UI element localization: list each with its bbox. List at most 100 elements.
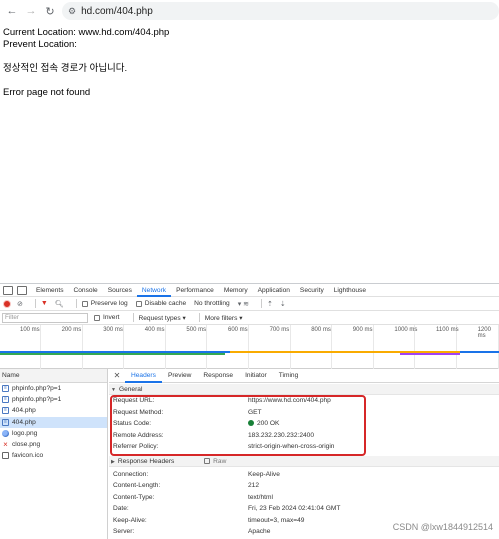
timeline-gridline	[331, 325, 333, 369]
request-row[interactable]: ≡ phpinfo.php?p=1	[0, 383, 107, 394]
filter-row: Filter Invert Request types ▾ More filte…	[0, 311, 499, 325]
throttling-select[interactable]: No throttling	[194, 300, 230, 307]
document-icon: ≡	[2, 396, 9, 404]
timeline-request-bar	[400, 353, 460, 355]
filter-funnel-icon[interactable]: ▼	[41, 300, 48, 307]
timeline-tick-label: 1200 ms	[477, 327, 491, 339]
request-name: favicon.ico	[12, 452, 44, 460]
timeline-gridline	[123, 325, 125, 369]
response-header-row: Date: Fri, 23 Feb 2024 02:41:04 GMT	[109, 503, 499, 515]
timeline-gridline	[206, 325, 208, 369]
request-row[interactable]: × close.png	[0, 439, 107, 450]
reload-icon[interactable]: ↻	[43, 4, 57, 18]
response-headers-section-header[interactable]: ▶ Response Headers Raw	[109, 455, 499, 467]
request-row[interactable]: ≡ 404.php	[0, 416, 107, 428]
header-key: Content-Type:	[113, 493, 155, 501]
request-row[interactable]: ≡ 404.php	[0, 405, 107, 416]
prevent-location-text: Prevent Location:	[3, 39, 77, 50]
disable-cache-checkbox[interactable]	[135, 300, 142, 307]
current-location-text: Current Location: www.hd.com/404.php	[3, 27, 170, 38]
request-types-dropdown[interactable]: Request types ▾	[139, 314, 186, 322]
filter-input[interactable]: Filter	[2, 312, 88, 323]
korean-message-text: 정상적인 접속 경로가 아닙니다.	[3, 63, 128, 74]
more-filters-dropdown[interactable]: More filters ▾	[205, 314, 243, 322]
document-icon: ≡	[2, 407, 9, 415]
forward-arrow-icon[interactable]: →	[24, 4, 38, 18]
network-conditions-icon[interactable]: ▾ ≋	[238, 300, 249, 308]
search-icon[interactable]: 🔍︎	[55, 300, 64, 308]
devtools-tab-memory[interactable]: Memory	[219, 284, 253, 297]
request-name: 404.php	[12, 418, 36, 426]
timeline-tick-label: 600 ms	[228, 327, 248, 333]
address-bar-url[interactable]: hd.com/404.php	[81, 6, 153, 17]
request-name: phpinfo.php?p=1	[12, 385, 62, 392]
devtools-tab-security[interactable]: Security	[295, 284, 329, 297]
invert-checkbox[interactable]	[94, 314, 100, 321]
preserve-log-label: Preserve log	[90, 300, 128, 307]
devtools-tab-performance[interactable]: Performance	[171, 284, 219, 297]
timeline-gridline	[40, 325, 41, 369]
devtools-tab-lighthouse[interactable]: Lighthouse	[329, 284, 371, 297]
timeline-tick-label: 1100 ms	[436, 327, 459, 333]
document-icon: ≡	[2, 418, 9, 426]
timeline-tick-label: 900 ms	[352, 327, 373, 333]
timeline-tick-label: 800 ms	[311, 327, 331, 333]
details-tab-initiator[interactable]: Initiator	[239, 369, 273, 383]
record-icon[interactable]	[3, 299, 11, 308]
name-column-header[interactable]: Name	[0, 369, 107, 383]
details-tab-preview[interactable]: Preview	[162, 369, 197, 383]
timeline-tick-label: 500 ms	[186, 327, 207, 333]
header-value: Fri, 23 Feb 2024 02:41:04 GMT	[248, 505, 341, 512]
response-header-row: Content-Length: 212	[109, 480, 499, 492]
site-settings-icon[interactable]: ⚙	[68, 6, 76, 17]
preserve-log-checkbox[interactable]	[81, 300, 88, 307]
network-timeline-overview[interactable]: 100 ms 200 ms 300 ms 400 ms 500 ms 600 ms 700 …	[0, 325, 499, 369]
timeline-request-bar	[460, 351, 499, 353]
request-name: phpinfo.php?p=1	[12, 396, 62, 404]
clear-icon[interactable]: ⊘	[17, 300, 23, 308]
inspect-element-icon[interactable]	[3, 285, 13, 295]
address-bar[interactable]: ⚙ hd.com/404.php	[62, 2, 499, 20]
header-value: timeout=3, max=49	[248, 516, 305, 524]
devtools-tab-sources[interactable]: Sources	[103, 284, 137, 297]
details-tab-timing[interactable]: Timing	[273, 369, 305, 383]
close-details-icon[interactable]: ✕	[109, 371, 125, 380]
devtools-tab-console[interactable]: Console	[69, 284, 103, 297]
header-value: Apache	[248, 528, 271, 535]
header-value: text/html	[248, 493, 273, 501]
response-header-row: Content-Type: text/html	[109, 492, 499, 504]
devtools-tab-application[interactable]: Application	[253, 284, 295, 297]
header-key: Server:	[113, 528, 135, 535]
browser-toolbar: ← → ↻ ⚙ hd.com/404.php	[0, 0, 499, 22]
details-tab-headers[interactable]: Headers	[125, 369, 162, 383]
header-value: 212	[248, 482, 260, 489]
devtools-tab-bar: Elements Console Sources Network Performance…	[0, 284, 499, 297]
details-tab-response[interactable]: Response	[197, 369, 239, 383]
general-section-header[interactable]: ▼ General	[109, 384, 499, 395]
timeline-tick-label: 100 ms	[20, 327, 40, 333]
timeline-tick-label: 400 ms	[144, 327, 165, 333]
import-har-icon[interactable]: ⇡	[267, 300, 273, 308]
document-icon	[2, 452, 9, 460]
details-tab-bar: ✕ Headers Preview Response Initiator Timing	[109, 369, 499, 383]
request-row[interactable]: logo.png	[0, 428, 107, 439]
network-toolbar: ⊘ ▼ 🔍︎ Preserve log Disable cache No thr…	[0, 297, 499, 311]
devtools-tab-network[interactable]: Network	[136, 284, 172, 297]
request-name: close.png	[12, 440, 41, 448]
timeline-tick-label: 200 ms	[61, 327, 82, 333]
device-toolbar-icon[interactable]	[17, 285, 27, 295]
raw-checkbox[interactable]	[204, 457, 211, 464]
devtools-tab-elements[interactable]: Elements	[31, 284, 69, 297]
export-har-icon[interactable]: ⇣	[280, 300, 286, 308]
page-content: Current Location: www.hd.com/404.php Pre…	[3, 27, 169, 99]
timeline-request-bar	[0, 353, 225, 355]
header-value: Keep-Alive	[248, 470, 280, 478]
request-row[interactable]: ≡ phpinfo.php?p=1	[0, 394, 107, 405]
timeline-gridline	[164, 325, 166, 369]
header-key: Connection:	[113, 470, 149, 478]
general-highlight-box	[110, 395, 366, 456]
request-row[interactable]: favicon.ico	[0, 450, 107, 461]
back-arrow-icon[interactable]: ←	[5, 4, 19, 18]
timeline-gridline	[81, 325, 83, 369]
request-name: 404.php	[12, 407, 36, 415]
